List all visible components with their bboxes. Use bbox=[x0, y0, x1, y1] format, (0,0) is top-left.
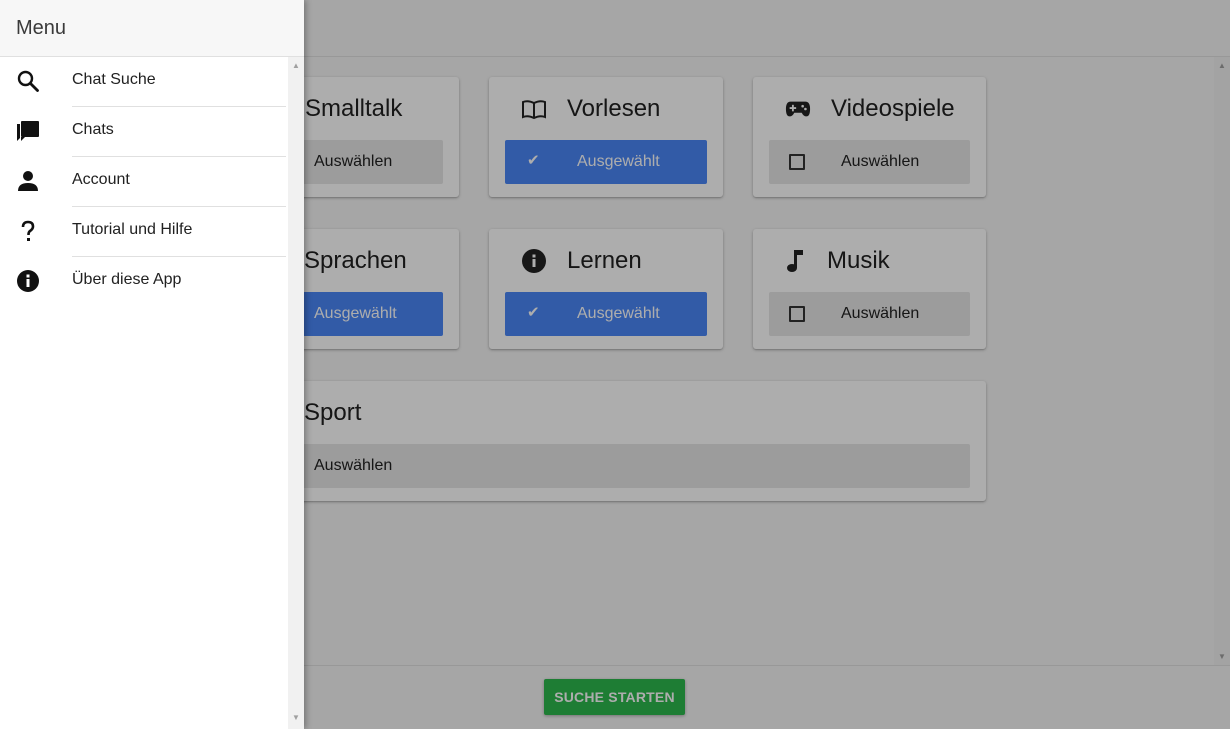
drawer-scrollbar[interactable]: ▲ ▼ bbox=[288, 57, 304, 729]
nav-item-tutorial-und-hilfe[interactable]: Tutorial und Hilfe bbox=[0, 207, 288, 257]
info-icon bbox=[16, 269, 40, 293]
nav-item-label: Chats bbox=[72, 121, 114, 138]
search-icon bbox=[16, 69, 40, 93]
account-icon bbox=[16, 169, 40, 193]
chats-icon bbox=[16, 119, 40, 143]
drawer-nav-list: Chat Suche Chats Account Tutorial und Hi… bbox=[0, 57, 288, 729]
nav-item-label: Über diese App bbox=[72, 271, 182, 288]
nav-item-chat-suche[interactable]: Chat Suche bbox=[0, 57, 288, 107]
drawer-header: Menu bbox=[0, 0, 304, 57]
nav-item-account[interactable]: Account bbox=[0, 157, 288, 207]
drawer-title: Menu bbox=[16, 17, 67, 39]
help-icon bbox=[16, 219, 40, 243]
nav-item-label: Account bbox=[72, 171, 130, 188]
nav-item-chats[interactable]: Chats bbox=[0, 107, 288, 157]
nav-item-label: Chat Suche bbox=[72, 71, 156, 88]
nav-item-ueber-diese-app[interactable]: Über diese App bbox=[0, 257, 288, 307]
scroll-down-icon[interactable]: ▼ bbox=[292, 713, 300, 722]
nav-item-label: Tutorial und Hilfe bbox=[72, 221, 193, 238]
scroll-up-icon[interactable]: ▲ bbox=[292, 61, 300, 70]
navigation-drawer: Menu Chat Suche Chats Account Tutorial u… bbox=[0, 0, 304, 729]
